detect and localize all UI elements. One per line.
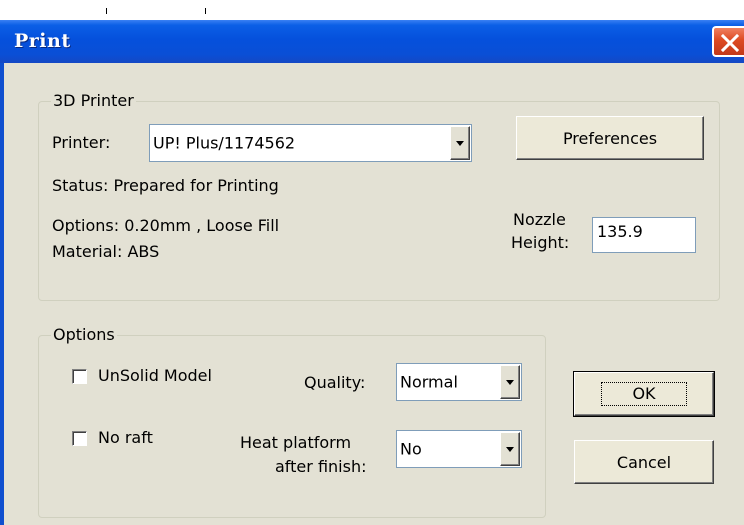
options-text: Options: 0.20mm , Loose Fill — [52, 216, 280, 235]
unsolid-model-label[interactable]: UnSolid Model — [98, 366, 212, 386]
heat-platform-label-line1: Heat platform — [240, 433, 352, 452]
printer-select[interactable]: UP! Plus/1174562 — [149, 124, 472, 162]
chevron-down-icon — [456, 141, 464, 146]
nozzle-label-line2: Height: — [511, 233, 570, 252]
chevron-down-icon — [506, 380, 514, 385]
quality-dropdown-button[interactable] — [500, 365, 520, 399]
printer-select-value: UP! Plus/1174562 — [153, 133, 296, 153]
window-border — [0, 63, 4, 525]
material-text: Material: ABS — [52, 242, 160, 261]
quality-label: Quality: — [304, 373, 366, 392]
heat-platform-label-line2: after finish: — [275, 457, 367, 476]
window-title: Print — [14, 30, 71, 52]
chevron-down-icon — [506, 447, 514, 452]
background-strip — [0, 0, 744, 18]
cancel-button-label: Cancel — [616, 452, 672, 472]
title-bar[interactable]: Print — [0, 20, 744, 63]
cancel-button[interactable]: Cancel — [574, 440, 714, 484]
unsolid-model-checkbox[interactable] — [72, 369, 87, 384]
nozzle-height-input[interactable]: 135.9 — [592, 217, 696, 253]
quality-select[interactable]: Normal — [396, 363, 522, 401]
options-group-legend: Options — [51, 325, 117, 345]
close-icon — [720, 33, 740, 53]
no-raft-label[interactable]: No raft — [98, 428, 153, 448]
nozzle-label-line1: Nozzle — [513, 210, 566, 229]
printer-dropdown-button[interactable] — [450, 126, 470, 160]
printer-label: Printer: — [52, 133, 111, 152]
quality-select-value: Normal — [400, 372, 458, 392]
heat-platform-dropdown-button[interactable] — [500, 432, 520, 466]
background-tick — [205, 8, 206, 14]
nozzle-height-value: 135.9 — [597, 222, 643, 241]
heat-platform-select[interactable]: No — [396, 430, 522, 468]
preferences-button[interactable]: Preferences — [516, 116, 704, 160]
preferences-button-label: Preferences — [562, 128, 658, 148]
no-raft-checkbox[interactable] — [72, 431, 87, 446]
ok-button[interactable]: OK — [573, 371, 715, 417]
printer-group-legend: 3D Printer — [51, 91, 136, 111]
print-dialog: Print 3D Printer Printer: UP! Plus/11745… — [0, 20, 744, 525]
ok-button-label: OK — [601, 382, 687, 406]
status-text: Status: Prepared for Printing — [52, 176, 279, 195]
close-button[interactable] — [712, 26, 744, 57]
heat-platform-select-value: No — [400, 439, 422, 459]
background-tick — [106, 8, 107, 14]
